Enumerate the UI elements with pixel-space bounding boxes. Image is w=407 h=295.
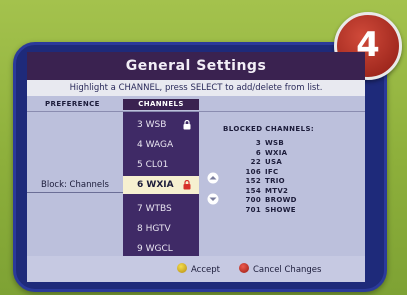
channel-label: 3 WSB bbox=[137, 120, 167, 130]
channel-label: 7 WTBS bbox=[137, 204, 172, 214]
blocked-heading: BLOCKED CHANNELS: bbox=[223, 125, 315, 133]
accept-button[interactable]: Accept bbox=[177, 263, 220, 275]
channels-header: CHANNELS bbox=[123, 99, 199, 110]
preference-value[interactable]: Block: Channels bbox=[41, 180, 109, 190]
blocked-item: 6 WXIA bbox=[255, 148, 288, 157]
channel-item[interactable]: 3 WSB bbox=[123, 116, 199, 134]
channel-item[interactable]: 7 WTBS bbox=[123, 200, 199, 218]
scroll-up-icon[interactable] bbox=[207, 172, 219, 184]
lock-icon bbox=[183, 120, 191, 130]
channel-label: 5 CL01 bbox=[137, 160, 169, 170]
page-title: General Settings bbox=[27, 52, 365, 80]
cancel-changes-button[interactable]: Cancel Changes bbox=[239, 263, 321, 275]
settings-screen: General Settings Highlight a CHANNEL, pr… bbox=[27, 52, 365, 282]
lock-icon bbox=[183, 180, 191, 190]
channel-item[interactable]: 8 HGTV bbox=[123, 220, 199, 238]
blocked-item: 152 TRIO bbox=[245, 177, 285, 185]
blocked-item: 701 SHOWE bbox=[245, 205, 296, 214]
channel-item[interactable]: 4 WAGA bbox=[123, 136, 199, 154]
red-button-icon bbox=[239, 263, 249, 273]
channel-label: 8 HGTV bbox=[137, 224, 171, 234]
channel-label: 6 WXIA bbox=[137, 180, 174, 190]
blocked-item: 700 BROWD bbox=[245, 196, 297, 204]
blocked-item: 22 USA bbox=[250, 158, 283, 166]
yellow-button-icon bbox=[177, 263, 187, 273]
blocked-item: 106 IFC bbox=[245, 167, 279, 176]
instruction-text: Highlight a CHANNEL, press SELECT to add… bbox=[27, 80, 365, 96]
blocked-list: 3 WSB 6 WXIA 22 USA 106 IFC 152 TRIO 154 MTV2 … bbox=[231, 139, 351, 215]
channel-label: 4 WAGA bbox=[137, 140, 174, 150]
blocked-item: 3 WSB bbox=[255, 139, 284, 147]
divider bbox=[27, 192, 123, 193]
scroll-down-icon[interactable] bbox=[207, 193, 219, 205]
channel-item-selected[interactable]: 6 WXIA bbox=[123, 176, 199, 194]
preference-header: PREFERENCE bbox=[45, 100, 100, 108]
footer-bar: Accept Cancel Changes bbox=[27, 256, 365, 282]
channel-item[interactable]: 5 CL01 bbox=[123, 156, 199, 174]
channel-label: 9 WGCL bbox=[137, 244, 173, 254]
blocked-item: 154 MTV2 bbox=[245, 186, 289, 195]
